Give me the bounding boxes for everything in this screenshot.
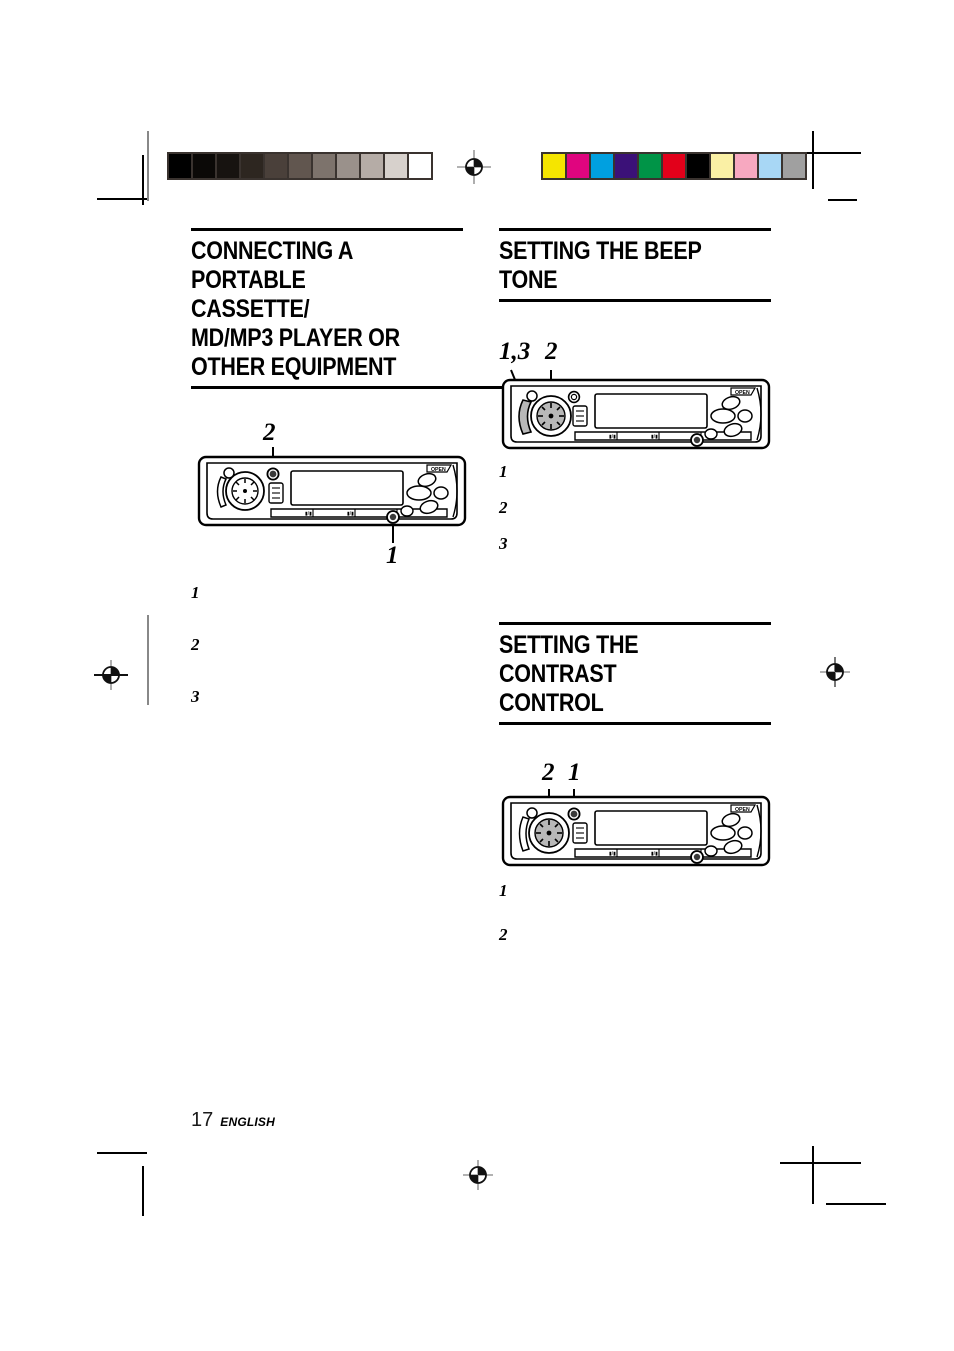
faceplate-diagram-beep-tone: 1,3 2 ▮/▮ ▮/▮ OPEN [499,338,771,460]
heading-rule-top [499,228,771,231]
right-column: SETTING THE BEEP TONE 1,3 2 ▮/▮ ▮/▮ OPEN… [499,228,771,945]
heading-rule-top [191,228,463,231]
section-heading: SETTING THE BEEP TONE [499,237,702,294]
heading-rule-bottom [499,299,771,302]
svg-text:▮/▮: ▮/▮ [609,434,616,440]
open-label: OPEN [735,807,750,813]
list-item: 3 [499,534,771,554]
steps-list-contrast: 1 2 [499,881,771,945]
step-number: 1 [499,881,508,900]
list-item: 2 [191,635,463,687]
svg-text:▮/▮: ▮/▮ [609,851,616,857]
callout-label-2: 2 [545,338,558,365]
step-number: 3 [191,687,200,706]
car-stereo-faceplate: ▮/▮ ▮/▮ OPEN [501,789,771,867]
svg-text:▮/▮: ▮/▮ [651,434,658,440]
section-setting-contrast-control: SETTING THE CONTRAST CONTROL [499,622,771,725]
car-stereo-faceplate: ▮/▮ ▮/▮ OPEN [197,447,467,543]
step-number: 2 [499,925,508,944]
page-footer: 17 ENGLISH [191,1109,275,1132]
faceplate-diagram-contrast: 2 1 ▮/▮ ▮/▮ OPEN [499,759,771,877]
step-number: 1 [499,462,508,481]
svg-text:▮/▮: ▮/▮ [305,511,312,517]
page-number: 17 [191,1109,214,1131]
list-item: 2 [499,498,771,534]
step-number: 1 [191,583,200,602]
svg-text:▮/▮: ▮/▮ [347,511,354,517]
callout-label-2: 2 [263,419,276,446]
heading-rule-bottom [499,722,771,725]
open-label: OPEN [431,467,446,473]
heading-rule-bottom [191,386,503,389]
step-number: 3 [499,534,508,553]
car-stereo-faceplate: ▮/▮ ▮/▮ OPEN [501,369,771,450]
steps-list-connecting: 1 2 3 [191,583,463,707]
list-item: 2 [499,925,771,945]
faceplate-diagram-connecting: 2 1 ▮/▮ ▮/▮ OPEN [195,419,467,575]
steps-list-beep-tone: 1 2 3 [499,462,771,554]
callout-label-1: 1 [568,759,581,786]
callout-label-1-3: 1,3 [499,338,531,365]
manual-page: CONNECTING A PORTABLE CASSETTE/ MD/MP3 P… [0,0,954,1351]
left-column: CONNECTING A PORTABLE CASSETTE/ MD/MP3 P… [191,228,503,707]
step-number: 2 [499,498,508,517]
heading-rule-top [499,622,771,625]
language-label: ENGLISH [220,1115,275,1129]
list-item: 1 [499,881,771,925]
list-item: 3 [191,687,463,707]
page-title: CONNECTING A PORTABLE CASSETTE/ MD/MP3 P… [191,237,400,381]
list-item: 1 [191,583,463,635]
svg-text:▮/▮: ▮/▮ [651,851,658,857]
callout-label-2: 2 [542,759,555,786]
open-label: OPEN [735,390,750,396]
list-item: 1 [499,462,771,498]
section-setting-beep-tone: SETTING THE BEEP TONE [499,228,771,302]
step-number: 2 [191,635,200,654]
section-heading: SETTING THE CONTRAST CONTROL [499,631,639,717]
callout-label-1: 1 [386,542,399,569]
section-connecting-portable-player: CONNECTING A PORTABLE CASSETTE/ MD/MP3 P… [191,228,503,389]
